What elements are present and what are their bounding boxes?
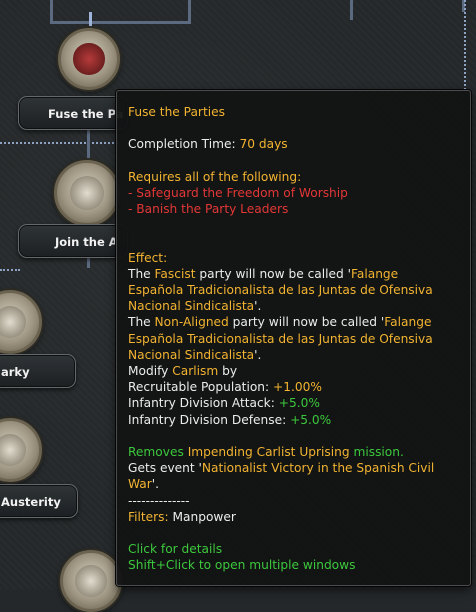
tank-emblem-icon [0,418,42,482]
tooltip-separator: -------------- [128,493,190,508]
effect-header: Effect: [128,250,168,265]
requires-header: Requires all of the following: [128,169,302,184]
effect-nonaligned-rename: The Non-Aligned party will now be called… [128,315,432,330]
focus-label: Join the A [55,235,118,249]
requirement-item: - Banish the Party Leaders [128,202,289,217]
helmet-emblem-icon [0,290,42,354]
focus-label-plate: arky [0,354,76,388]
effect-modify-idea: Modify Carlism by [128,364,238,378]
mutual-exclusion-line [464,0,466,90]
effect-gets-event: Gets event 'Nationalist Victory in the S… [128,461,435,476]
focus-label-plate: Fuse the Pa [18,96,128,130]
effect-gets-event-end: War'. [128,477,159,492]
effect-fascist-rename: The Fascist party will now be called 'Fa… [128,266,399,281]
focus-label-plate: Join the A [18,224,128,258]
connector-line [188,0,191,24]
modifier-recruitable-population: Recruitable Population: +1.00% [128,380,322,395]
requirement-item: - Safeguard the Freedom of Worship [128,185,348,200]
effect-fascist-name-end: Nacional Sindicalista'. [128,299,262,314]
effect-removes-mission: Removes Impending Carlist Uprising missi… [128,444,404,459]
hint-click-details: Click for details [128,542,223,557]
focus-node-join-the-a[interactable]: Join the A [18,160,128,260]
focus-node-austerity[interactable]: Austerity [0,418,90,518]
mutual-exclusion-line [0,142,118,144]
modifier-infantry-defense: Infantry Division Defense: +5.0% [128,412,332,427]
effect-fascist-name: Española Tradicionalista de las Juntas d… [128,283,433,298]
focus-label: Fuse the Pa [48,107,124,121]
mutual-exclusion-line [0,269,20,271]
focus-node-fuse-the-parties[interactable]: Fuse the Pa [18,24,128,130]
effect-nonaligned-name-end: Nacional Sindicalista'. [128,347,262,362]
sacred-heart-emblem-icon [58,28,120,90]
focus-label-plate: Austerity [0,484,78,518]
completion-time: Completion Time: 70 days [128,137,288,152]
focus-label: Austerity [1,495,61,509]
tooltip-title: Fuse the Parties [128,105,225,119]
focus-node-arky[interactable]: arky [0,290,80,390]
modifier-infantry-attack: Infantry Division Attack: +5.0% [128,396,320,411]
hint-shift-click: Shift+Click to open multiple windows [128,558,356,573]
connector-line [350,0,353,20]
partial-focus-emblem-icon [60,550,122,612]
effect-nonaligned-name: Española Tradicionalista de las Juntas d… [128,331,433,346]
focus-label: arky [1,365,30,379]
focus-tooltip: Fuse the Parties Completion Time: 70 day… [116,90,471,586]
raised-fist-emblem-icon [54,160,120,226]
tooltip-filters: Filters: Manpower [128,509,236,524]
